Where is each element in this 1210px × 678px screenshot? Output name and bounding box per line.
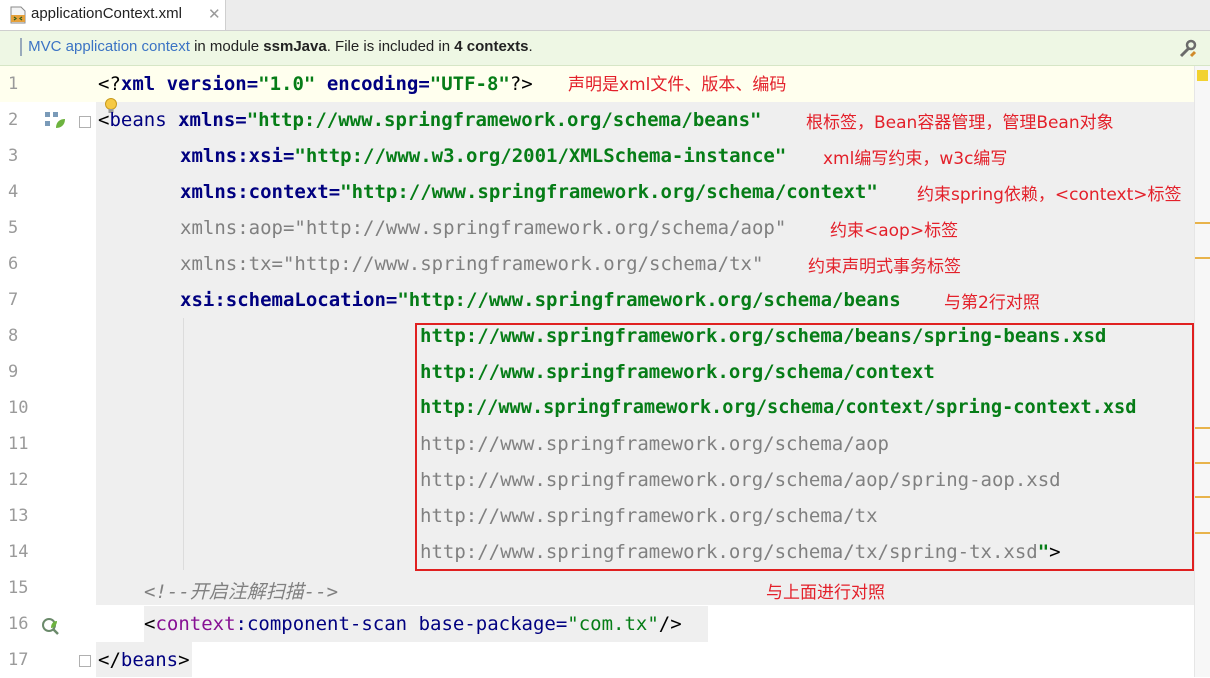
annotation: 与第2行对照 [944,293,1040,313]
annotation: xml编写约束，w3c编写 [823,149,1008,169]
attr-name: xmlns:context= [180,181,341,203]
stripe-marker[interactable] [1195,496,1210,498]
code-text: xmlns:tx="http://www.springframework.org… [180,253,764,275]
banner-in-module: in module [189,38,264,55]
code-comment: <!--开启注解扫描--> [144,581,339,603]
line-number: 15 [8,578,29,598]
code-line-16: 16 <context:component-scan base-package=… [0,606,1194,642]
code-text: <beans xmlns="http://www.springframework… [98,109,762,131]
line-number: 11 [8,434,29,454]
line-number: 12 [8,470,29,490]
inspection-status-icon[interactable] [1197,70,1208,81]
code-line-4: 4 xmlns:context="http://www.springframew… [0,174,1194,210]
tag-bracket: < [144,613,156,635]
code-line-17: 17 </beans> [0,642,1194,678]
code-line-2: 2 <beans xmlns="http://www.springframewo… [0,102,1194,138]
attr-value: "http://www.springframework.org/schema/c… [340,181,878,203]
line-number: 4 [8,182,19,202]
line-number: 2 [8,110,19,130]
line-number: 7 [8,290,19,310]
attr-value: "com.tx" [567,613,659,635]
attr-value: "http://www.springframework.org/schema/b… [397,289,901,311]
tag-bracket: < [98,109,110,131]
line-number: 14 [8,542,29,562]
code-line-3: 3 xmlns:xsi="http://www.w3.org/2001/XMLS… [0,138,1194,174]
schema-location-highlight-box [415,323,1194,571]
pi-open: <? [98,73,121,95]
stripe-marker[interactable] [1195,427,1210,429]
code-editor[interactable]: 1 <?xml version="1.0" encoding="UTF-8"?>… [0,66,1210,677]
line-number: 1 [8,74,19,94]
code-line-6: 6 xmlns:tx="http://www.springframework.o… [0,246,1194,282]
stripe-marker[interactable] [1195,222,1210,224]
banner-end: . [528,38,533,55]
line-number: 17 [8,650,29,670]
line-number: 8 [8,326,19,346]
banner-included: . File is included in [326,38,455,55]
tag-bracket: > [178,649,190,671]
code-text: xsi:schemaLocation="http://www.springfra… [180,289,901,311]
annotation: 根标签，Bean容器管理，管理Bean对象 [806,113,1114,133]
tab-application-context[interactable]: applicationContext.xml ✕ [0,0,226,30]
mvc-context-link[interactable]: MVC application context [28,38,190,55]
line-number: 6 [8,254,19,274]
attr-name: xmlns= [178,109,247,131]
tag-name: :component-scan [235,613,419,635]
tab-label: applicationContext.xml [31,5,182,22]
context-info-banner: MVC application context in module ssmJav… [0,31,1210,66]
code-text: <context:component-scan base-package="co… [144,613,682,635]
tag-name: beans [120,649,179,671]
xml-file-icon [10,6,26,24]
stripe-marker[interactable] [1195,532,1210,534]
tag-bracket: </ [98,649,121,671]
pi-close: ?> [509,73,533,95]
stripe-marker[interactable] [1195,462,1210,464]
code-line-7: 7 xsi:schemaLocation="http://www.springf… [0,282,1194,318]
code-text: xmlns:aop="http://www.springframework.or… [180,217,787,239]
banner-bar [20,38,22,57]
code-line-15: 15 <!--开启注解扫描--> 与上面进行对照 [0,570,1194,606]
annotation: 与上面进行对照 [766,583,885,603]
line-number: 13 [8,506,29,526]
encoding-attr: encoding= [315,73,430,95]
line-number: 3 [8,146,19,166]
contexts-count[interactable]: 4 contexts [454,38,528,55]
annotation: 声明是xml文件、版本、编码 [568,75,787,95]
line-number: 16 [8,614,29,634]
tag-name: beans [109,109,179,131]
close-icon[interactable]: ✕ [208,5,221,23]
encoding-value: "UTF-8" [429,73,510,95]
code-text: xmlns:context="http://www.springframewor… [180,181,878,203]
attr-value: "http://www.springframework.org/schema/b… [246,109,762,131]
line-number: 9 [8,362,19,382]
attr-value: "http://www.w3.org/2001/XMLSchema-instan… [294,145,787,167]
code-line-5: 5 xmlns:aop="http://www.springframework.… [0,210,1194,246]
annotation: 约束spring依赖，<context>标签 [917,185,1182,205]
banner-text: MVC application context in module ssmJav… [20,38,533,57]
error-stripe[interactable] [1194,66,1210,677]
annotation: 约束声明式事务标签 [808,257,961,277]
code-text: <?xml version="1.0" encoding="UTF-8"?> [98,73,533,95]
line-number: 10 [8,398,29,418]
tag-bracket: /> [658,613,682,635]
xml-decl: xml version= [120,73,259,95]
attr-name: xsi:schemaLocation= [180,289,398,311]
line-number: 5 [8,218,19,238]
attr-name: xmlns:xsi= [180,145,295,167]
attr-name: base-package= [418,613,568,635]
annotation: 约束<aop>标签 [830,221,959,241]
editor-tab-bar: applicationContext.xml ✕ [0,0,1210,31]
code-line-1: 1 <?xml version="1.0" encoding="UTF-8"?>… [0,66,1194,102]
tools-icon[interactable] [1177,38,1199,60]
code-text: </beans> [98,649,190,671]
tag-namespace: context [155,613,236,635]
code-text: xmlns:xsi="http://www.w3.org/2001/XMLSch… [180,145,786,167]
module-name: ssmJava [263,38,327,55]
stripe-marker[interactable] [1195,257,1210,259]
version-value: "1.0" [258,73,316,95]
